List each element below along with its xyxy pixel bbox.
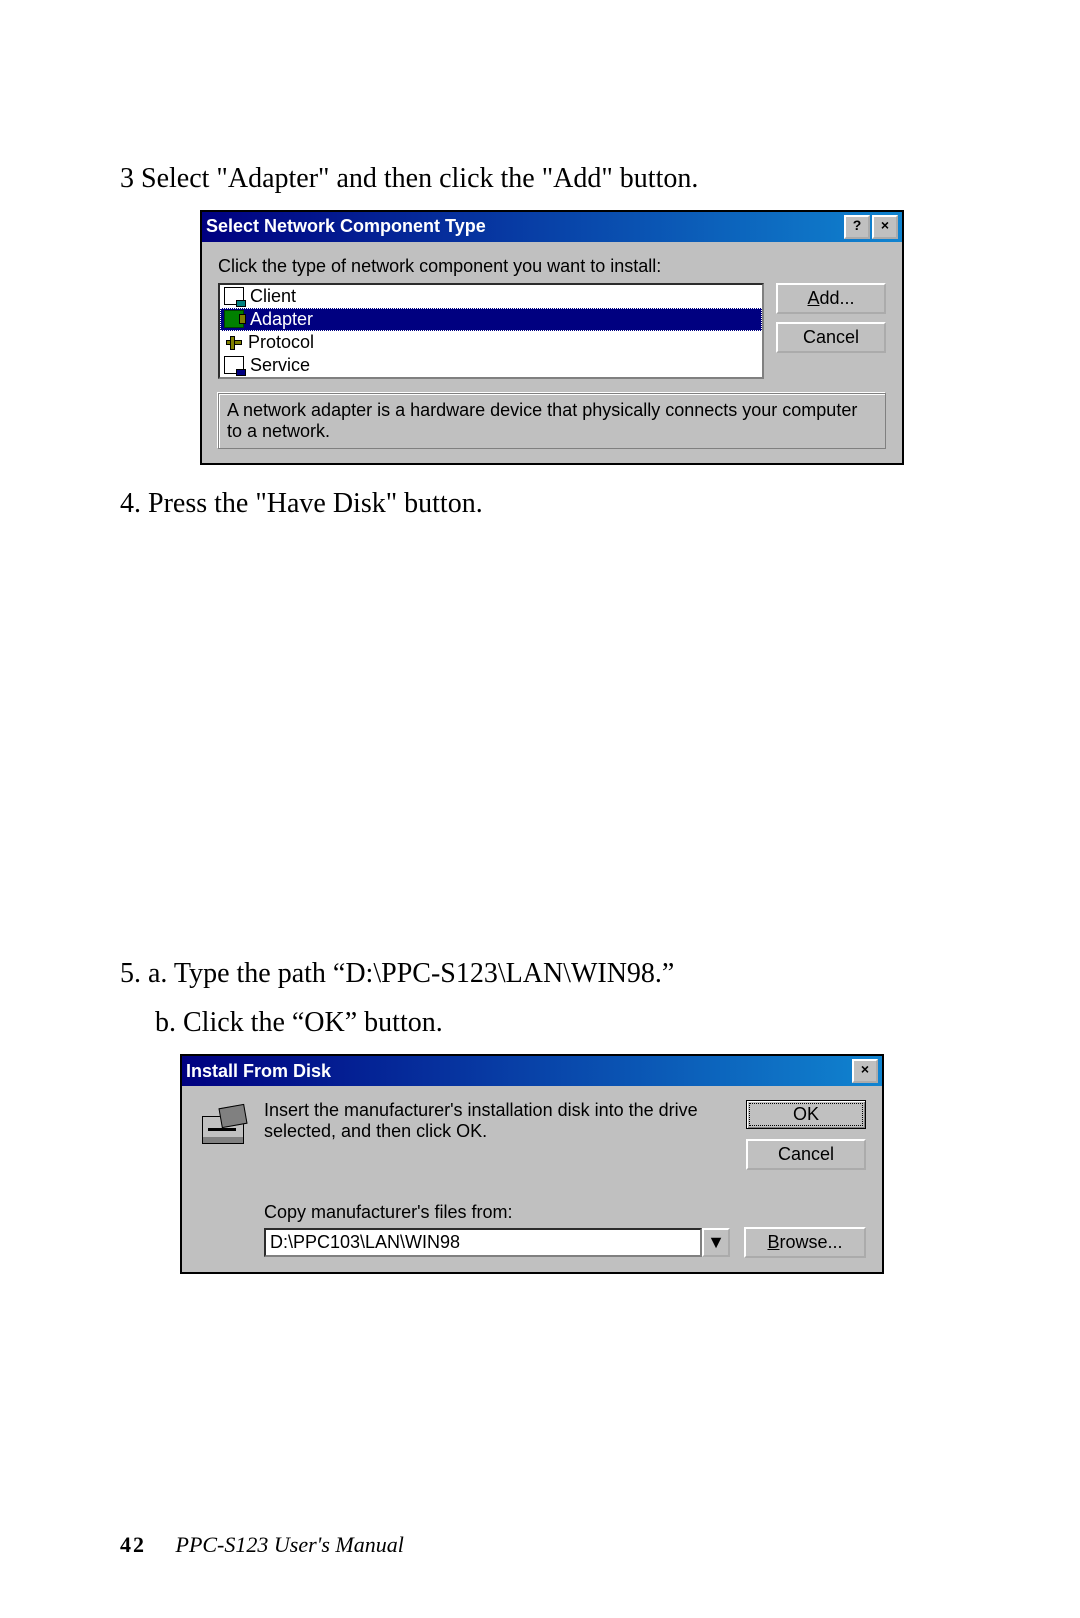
dialog2-instruction: Insert the manufacturer's installation d… [264,1100,732,1170]
list-item-label: Client [250,286,296,307]
dialog1-instruction: Click the type of network component you … [218,256,886,277]
browse-button[interactable]: Browse... [744,1227,866,1258]
list-item-adapter[interactable]: Adapter [220,308,762,331]
install-from-disk-dialog: Install From Disk × Insert the manufactu… [180,1054,884,1274]
chevron-down-icon[interactable]: ▼ [702,1228,730,1257]
dialog1-title: Select Network Component Type [206,216,842,237]
list-item-label: Service [250,355,310,376]
dialog2-titlebar: Install From Disk × [182,1056,882,1086]
ok-button[interactable]: OK [746,1100,866,1129]
path-input[interactable] [264,1228,702,1257]
dialog2-title: Install From Disk [186,1061,850,1082]
close-icon[interactable]: × [872,215,898,239]
protocol-icon [224,334,242,350]
step-5a: 5. a. Type the path “D:\PPC-S123\LAN\WIN… [120,955,960,993]
dialog1-titlebar: Select Network Component Type ? × [202,212,902,242]
step-4: 4. Press the "Have Disk" button. [120,485,960,523]
service-icon [224,356,244,374]
page-number: 42 [120,1532,146,1557]
cancel-button[interactable]: Cancel [746,1139,866,1170]
list-item-service[interactable]: Service [220,354,762,377]
select-network-component-dialog: Select Network Component Type ? × Click … [200,210,904,465]
component-listbox[interactable]: Client Adapter Protocol Service [218,283,764,379]
step-3: 3 Select "Adapter" and then click the "A… [120,160,960,198]
component-description: A network adapter is a hardware device t… [218,393,886,449]
copy-from-label: Copy manufacturer's files from: [264,1202,866,1223]
help-icon[interactable]: ? [844,215,870,239]
list-item-protocol[interactable]: Protocol [220,331,762,354]
cancel-button[interactable]: Cancel [776,322,886,353]
close-icon[interactable]: × [852,1059,878,1083]
book-title: PPC-S123 User's Manual [176,1532,404,1557]
add-button[interactable]: Add... [776,283,886,314]
list-item-label: Adapter [250,309,313,330]
step-5b: b. Click the “OK” button. [120,1004,960,1042]
page-footer: 42 PPC-S123 User's Manual [120,1532,404,1558]
disk-icon [198,1106,250,1150]
adapter-icon [224,310,244,328]
client-icon [224,287,244,305]
list-item-client[interactable]: Client [220,285,762,308]
list-item-label: Protocol [248,332,314,353]
path-combobox[interactable]: ▼ [264,1228,730,1257]
